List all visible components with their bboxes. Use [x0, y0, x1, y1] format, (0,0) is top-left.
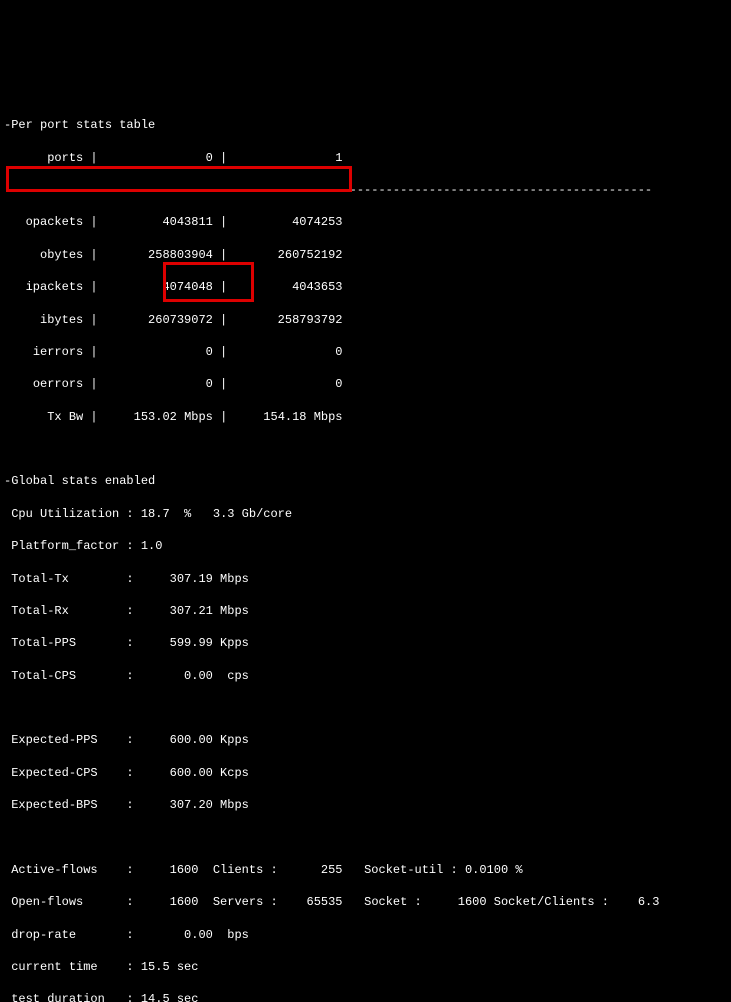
row-expected-bps: Expected-BPS : 307.20 Mbps [4, 797, 727, 813]
row-active-flows: Active-flows : 1600 Clients : 255 Socket… [4, 862, 727, 878]
platform-val: 1.0 [141, 539, 163, 553]
active-flows-label: Active-flows [11, 863, 97, 877]
ipackets-1: 4043653 [292, 280, 342, 294]
row-ibytes: ibytes | 260739072 | 258793792 [4, 312, 727, 328]
current-time-val: 15.5 sec [141, 960, 199, 974]
total-rx-val: 307.21 Mbps [170, 604, 249, 618]
ierrors-label: ierrors [33, 345, 83, 359]
global-title: -Global stats enabled [4, 473, 727, 489]
ierrors-1: 0 [335, 345, 342, 359]
row-obytes: obytes | 258803904 | 260752192 [4, 247, 727, 263]
test-duration-val: 14.5 sec [141, 992, 199, 1002]
row-cpu: Cpu Utilization : 18.7 % 3.3 Gb/core [4, 506, 727, 522]
total-rx-label: Total-Rx [11, 604, 69, 618]
socket-clients-label: Socket/Clients [494, 895, 595, 909]
ports-label: ports [47, 151, 83, 165]
row-total-pps: Total-PPS : 599.99 Kpps [4, 635, 727, 651]
blank [4, 441, 727, 457]
row-opackets: opackets | 4043811 | 4074253 [4, 214, 727, 230]
row-expected-pps: Expected-PPS : 600.00 Kpps [4, 732, 727, 748]
cpu-pct: 18.7 % [141, 507, 191, 521]
drop-rate-val: 0.00 bps [184, 928, 249, 942]
servers-val: 65535 [307, 895, 343, 909]
txbw-label: Tx Bw [47, 410, 83, 424]
row-current-time: current time : 15.5 sec [4, 959, 727, 975]
row-txbw: Tx Bw | 153.02 Mbps | 154.18 Mbps [4, 409, 727, 425]
divider: ----------------------------------------… [4, 182, 727, 198]
ierrors-0: 0 [206, 345, 213, 359]
total-cps-label: Total-CPS [11, 669, 76, 683]
obytes-1: 260752192 [278, 248, 343, 262]
current-time-label: current time [11, 960, 97, 974]
ibytes-1: 258793792 [278, 313, 343, 327]
perport-title: -Per port stats table [4, 117, 727, 133]
row-open-flows: Open-flows : 1600 Servers : 65535 Socket… [4, 894, 727, 910]
obytes-0: 258803904 [148, 248, 213, 262]
test-duration-label: test duration [11, 992, 105, 1002]
row-oerrors: oerrors | 0 | 0 [4, 376, 727, 392]
socket-label: Socket [364, 895, 407, 909]
total-pps-val: 599.99 Kpps [170, 636, 249, 650]
clients-val: 255 [321, 863, 343, 877]
expected-cps-label: Expected-CPS [11, 766, 97, 780]
row-total-rx: Total-Rx : 307.21 Mbps [4, 603, 727, 619]
row-ipackets: ipackets | 4074048 | 4043653 [4, 279, 727, 295]
clients-label: Clients [213, 863, 263, 877]
blank3 [4, 830, 727, 846]
total-tx-val: 307.19 Mbps [170, 572, 249, 586]
opackets-1: 4074253 [292, 215, 342, 229]
expected-cps-val: 600.00 Kcps [170, 766, 249, 780]
row-drop-rate: drop-rate : 0.00 bps [4, 927, 727, 943]
total-tx-label: Total-Tx [11, 572, 69, 586]
oerrors-1: 0 [335, 377, 342, 391]
row-expected-cps: Expected-CPS : 600.00 Kcps [4, 765, 727, 781]
drop-rate-label: drop-rate [11, 928, 76, 942]
ibytes-0: 260739072 [148, 313, 213, 327]
socket-val: 1600 [458, 895, 487, 909]
opackets-0: 4043811 [162, 215, 212, 229]
socket-clients-val: 6.3 [638, 895, 660, 909]
cpu-per-core: 3.3 Gb/core [213, 507, 292, 521]
expected-pps-val: 600.00 Kpps [170, 733, 249, 747]
ipackets-label: ipackets [26, 280, 84, 294]
txbw-0: 153.02 Mbps [134, 410, 213, 424]
row-total-cps: Total-CPS : 0.00 cps [4, 668, 727, 684]
expected-pps-label: Expected-PPS [11, 733, 97, 747]
expected-bps-val: 307.20 Mbps [170, 798, 249, 812]
cpu-label: Cpu Utilization [11, 507, 119, 521]
servers-label: Servers [213, 895, 263, 909]
txbw-1: 154.18 Mbps [263, 410, 342, 424]
obytes-label: obytes [40, 248, 83, 262]
row-platform: Platform_factor : 1.0 [4, 538, 727, 554]
ibytes-label: ibytes [40, 313, 83, 327]
expected-bps-label: Expected-BPS [11, 798, 97, 812]
port-0-header: 0 [206, 151, 213, 165]
total-cps-val: 0.00 cps [184, 669, 249, 683]
opackets-label: opackets [26, 215, 84, 229]
total-pps-label: Total-PPS [11, 636, 76, 650]
platform-label: Platform_factor [11, 539, 119, 553]
perport-header: ports | 0 | 1 [4, 150, 727, 166]
oerrors-0: 0 [206, 377, 213, 391]
socket-util-val: 0.0100 % [465, 863, 523, 877]
socket-util-label: Socket-util [364, 863, 443, 877]
ipackets-0: 4074048 [162, 280, 212, 294]
row-ierrors: ierrors | 0 | 0 [4, 344, 727, 360]
row-total-tx: Total-Tx : 307.19 Mbps [4, 571, 727, 587]
open-flows-label: Open-flows [11, 895, 83, 909]
port-1-header: 1 [335, 151, 342, 165]
row-test-duration: test duration : 14.5 sec [4, 991, 727, 1002]
oerrors-label: oerrors [33, 377, 83, 391]
active-flows-val: 1600 [170, 863, 199, 877]
blank2 [4, 700, 727, 716]
open-flows-val: 1600 [170, 895, 199, 909]
